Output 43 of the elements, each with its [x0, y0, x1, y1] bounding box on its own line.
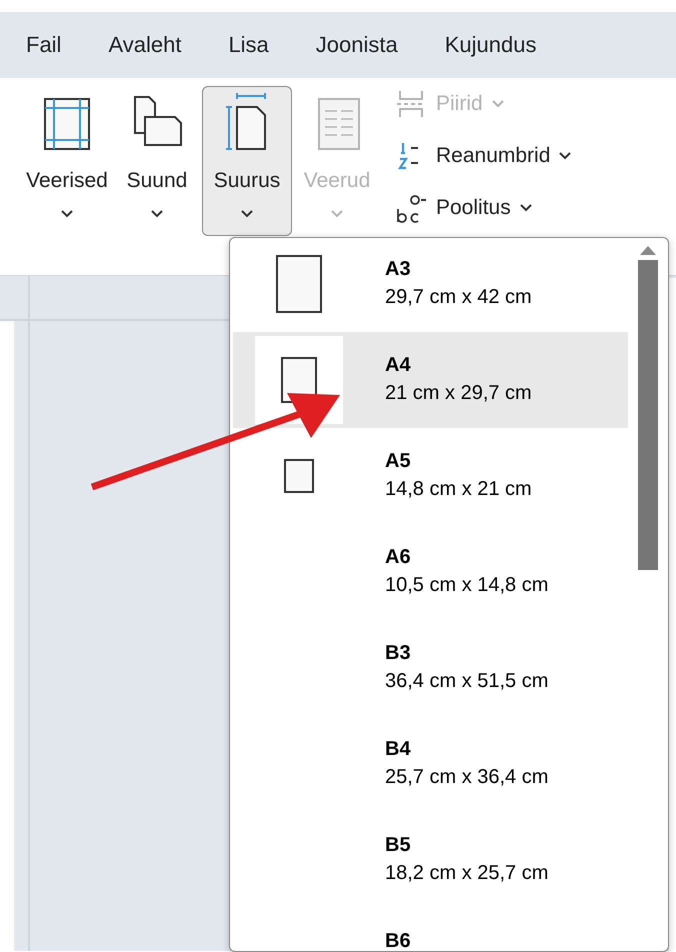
- ribbon-button[interactable]: Poolitus: [394, 190, 572, 226]
- paper-size-name: B4: [385, 738, 412, 760]
- menu-item[interactable]: A6 10,5 cm x 14,8 cm: [233, 524, 628, 620]
- menu-item[interactable]: A5 14,8 cm x 21 cm: [233, 428, 628, 524]
- menu-item[interactable]: A4 21 cm x 29,7 cm: [233, 332, 628, 428]
- paper-size-name: A6: [385, 546, 412, 568]
- caret-icon: [330, 208, 344, 218]
- ribbon-tab[interactable]: Joonista: [316, 34, 398, 56]
- ribbon-tab[interactable]: Fail: [26, 34, 62, 56]
- caret-icon: [518, 203, 533, 213]
- menu-item[interactable]: B6: [233, 908, 628, 951]
- menu-item[interactable]: B4 25,7 cm x 36,4 cm: [233, 716, 628, 812]
- menu-item[interactable]: A3 29,7 cm x 42 cm: [233, 238, 628, 332]
- caret-icon: [558, 151, 572, 161]
- paper-size-name: A3: [385, 258, 412, 280]
- page-icon: [284, 459, 314, 493]
- paper-dimensions: 10,5 cm x 14,8 cm: [385, 574, 548, 596]
- paper-dimensions: 18,2 cm x 25,7 cm: [385, 862, 548, 884]
- ribbon-tab[interactable]: Kujundus: [444, 34, 536, 56]
- menu-item[interactable]: B3 36,4 cm x 51,5 cm: [233, 620, 628, 716]
- ribbon-button[interactable]: Suund: [112, 86, 202, 236]
- caret-icon: [490, 99, 505, 109]
- menu-item[interactable]: B5 18,2 cm x 25,7 cm: [233, 812, 628, 908]
- caret-icon: [60, 208, 74, 218]
- paper-dimensions: 29,7 cm x 42 cm: [385, 286, 532, 308]
- paper-size-name: B6: [385, 930, 411, 951]
- paper-dimensions: 14,8 cm x 21 cm: [385, 478, 532, 500]
- ribbon-button[interactable]: Suurus: [202, 86, 292, 236]
- paper-dimensions: 25,7 cm x 36,4 cm: [385, 766, 548, 788]
- paper-size-name: A5: [385, 450, 412, 472]
- paper-size-name: A4: [385, 354, 412, 376]
- paper-size-name: B3: [385, 642, 412, 664]
- caret-icon: [240, 208, 254, 218]
- ribbon-tab[interactable]: Avaleht: [108, 34, 182, 56]
- ribbon-button[interactable]: Veerised: [22, 86, 112, 236]
- ribbon-tab[interactable]: Lisa: [228, 34, 269, 56]
- page-icon: [276, 255, 322, 313]
- paper-dimensions: 36,4 cm x 51,5 cm: [385, 670, 548, 692]
- paper-dimensions: 21 cm x 29,7 cm: [385, 382, 532, 404]
- scroll-up-icon[interactable]: [639, 244, 657, 256]
- caret-icon: [150, 208, 164, 218]
- ribbon-button[interactable]: Reanumbrid: [394, 138, 572, 174]
- paper-size-name: B5: [385, 834, 412, 856]
